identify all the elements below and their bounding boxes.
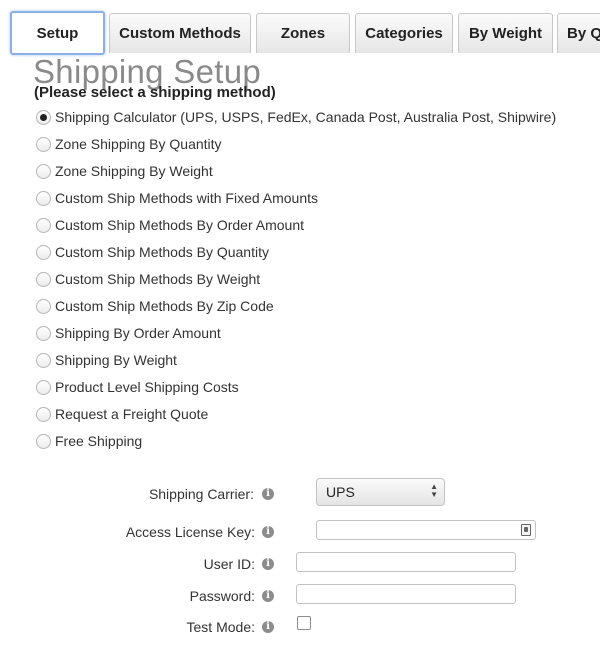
method-option[interactable]: Custom Ship Methods By Weight <box>36 270 260 288</box>
password-input[interactable] <box>296 584 516 604</box>
info-icon[interactable]: i <box>262 558 274 570</box>
user-id-row: User ID: i <box>0 552 600 576</box>
license-key-label: Access License Key: <box>125 524 255 540</box>
radio-button[interactable] <box>36 406 51 422</box>
method-label: Shipping By Weight <box>55 352 177 368</box>
method-option[interactable]: Shipping By Weight <box>36 351 177 369</box>
method-option[interactable]: Product Level Shipping Costs <box>36 378 239 396</box>
method-option[interactable]: Zone Shipping By Quantity <box>36 135 222 153</box>
tab-custom-methods[interactable]: Custom Methods <box>109 13 251 53</box>
method-label: Product Level Shipping Costs <box>55 379 239 395</box>
password-row: Password: i <box>0 584 600 608</box>
method-option[interactable]: Shipping By Order Amount <box>36 324 221 342</box>
method-label: Custom Ship Methods By Quantity <box>55 244 269 260</box>
user-id-label: User ID: <box>203 556 255 572</box>
tab-categories[interactable]: Categories <box>355 13 453 53</box>
carrier-label: Shipping Carrier: <box>148 486 254 502</box>
password-label: Password: <box>189 588 255 604</box>
key-icon[interactable] <box>521 524 531 536</box>
method-option[interactable]: Custom Ship Methods By Quantity <box>36 243 269 261</box>
user-id-input[interactable] <box>296 552 516 572</box>
method-label: Custom Ship Methods By Order Amount <box>55 217 304 233</box>
method-option[interactable]: Shipping Calculator (UPS, USPS, FedEx, C… <box>36 108 556 126</box>
method-option[interactable]: Custom Ship Methods with Fixed Amounts <box>36 189 318 207</box>
method-label: Custom Ship Methods By Zip Code <box>55 298 274 314</box>
radio-button[interactable] <box>36 379 51 395</box>
info-icon[interactable]: i <box>262 526 274 538</box>
test-mode-row: Test Mode: i <box>0 616 600 640</box>
select-arrows-icon: ▲ ▼ <box>430 482 438 499</box>
radio-button[interactable] <box>36 433 51 449</box>
radio-button[interactable] <box>36 163 51 179</box>
method-option[interactable]: Custom Ship Methods By Order Amount <box>36 216 304 234</box>
carrier-select[interactable]: UPS ▲ ▼ <box>316 478 445 506</box>
method-label: Zone Shipping By Weight <box>55 163 213 179</box>
tab-zones[interactable]: Zones <box>256 13 350 53</box>
info-icon[interactable]: i <box>262 590 274 602</box>
carrier-value: UPS <box>326 484 355 500</box>
radio-button[interactable] <box>36 244 51 260</box>
test-mode-label: Test Mode: <box>186 619 255 635</box>
method-option[interactable]: Zone Shipping By Weight <box>36 162 213 180</box>
tab-setup[interactable]: Setup <box>10 11 105 55</box>
test-mode-checkbox[interactable] <box>297 616 311 630</box>
page-subtitle: (Please select a shipping method) <box>34 84 276 101</box>
method-label: Custom Ship Methods with Fixed Amounts <box>55 190 319 206</box>
method-option[interactable]: Custom Ship Methods By Zip Code <box>36 297 274 315</box>
radio-button[interactable] <box>36 352 51 368</box>
radio-button[interactable] <box>36 136 51 152</box>
tab-bar: Setup Custom Methods Zones Categories By… <box>0 0 600 56</box>
radio-button[interactable] <box>36 298 51 314</box>
info-icon[interactable]: i <box>262 621 274 633</box>
method-label: Free Shipping <box>55 433 143 449</box>
carrier-row: Shipping Carrier: i UPS ▲ ▼ <box>0 478 600 506</box>
radio-button[interactable] <box>36 190 51 206</box>
method-label: Request a Freight Quote <box>55 406 209 422</box>
radio-button[interactable] <box>36 109 51 125</box>
license-key-input[interactable] <box>316 520 536 540</box>
radio-button[interactable] <box>36 271 51 287</box>
tab-by-weight[interactable]: By Weight <box>458 13 553 53</box>
method-option[interactable]: Free Shipping <box>36 432 142 450</box>
method-option[interactable]: Request a Freight Quote <box>36 405 208 423</box>
method-label: Zone Shipping By Quantity <box>55 136 222 152</box>
license-key-row: Access License Key: i <box>0 520 600 544</box>
radio-button[interactable] <box>36 217 51 233</box>
method-label: Custom Ship Methods By Weight <box>55 271 261 287</box>
tab-by-quantity[interactable]: By Q <box>557 13 600 53</box>
method-label: Shipping By Order Amount <box>55 325 221 341</box>
method-label: Shipping Calculator (UPS, USPS, FedEx, C… <box>55 109 557 125</box>
radio-button[interactable] <box>36 325 51 341</box>
info-icon[interactable]: i <box>262 488 274 500</box>
